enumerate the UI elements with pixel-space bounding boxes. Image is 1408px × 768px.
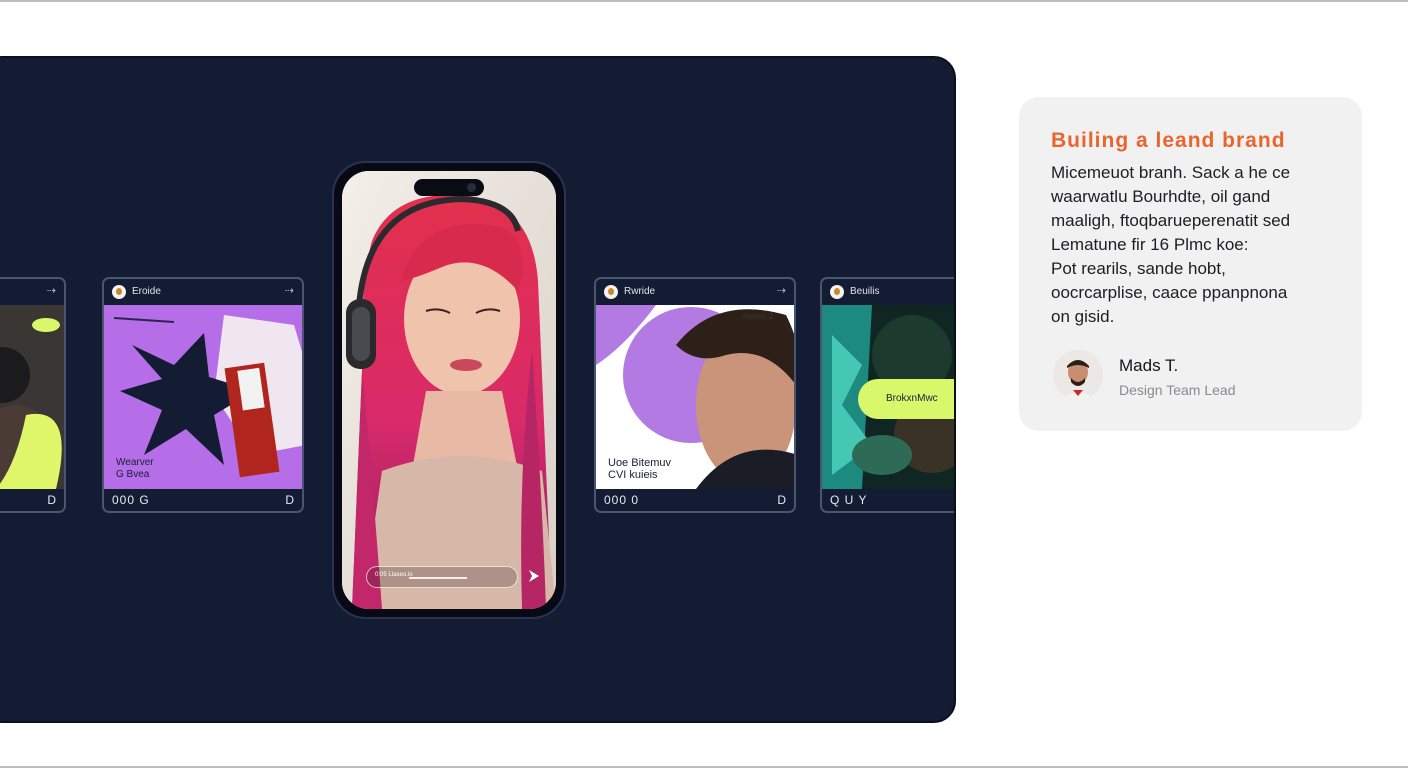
card-image: BrokxnMwc: [822, 305, 954, 489]
card-actions[interactable]: 000 G: [112, 493, 150, 507]
testimonial-line: maaligh, ftoqbarueperenatit sed: [1051, 211, 1291, 230]
card-handle[interactable]: Eroide: [132, 286, 161, 297]
card-overlay-text: Wearver G Bvea: [116, 457, 154, 481]
testimonial-line: oocrcarplise, caace ppanpnona: [1051, 283, 1288, 302]
progress-track[interactable]: [409, 577, 467, 579]
bookmark-icon[interactable]: D: [777, 493, 786, 507]
overlay-line: G Bvea: [116, 469, 150, 480]
avatar[interactable]: [112, 285, 126, 299]
testimonial-line: Lematune fir 16 Plmc koe:: [1051, 235, 1249, 254]
pill-label: BrokxnMwc: [886, 393, 938, 404]
testimonial-line: Micemeuot branh. Sack a he ce: [1051, 163, 1291, 182]
overlay-line: Wearver: [116, 457, 154, 468]
top-divider: [0, 0, 1408, 2]
avatar[interactable]: [830, 285, 844, 299]
card-image: olsesic 2 Uoe Bitemuv CVI kuieis: [596, 305, 794, 489]
card-actions[interactable]: Q U Y: [830, 493, 867, 507]
author-role: Design Team Lead: [1119, 382, 1236, 398]
card-footer: D: [0, 489, 64, 511]
card-header: Rwride ⇢: [596, 279, 794, 305]
post-card-forest[interactable]: Beuilis BrokxnMwc Q U Y: [820, 277, 954, 513]
player-time: 0:05 Ltaseo.lo: [375, 572, 413, 578]
testimonial-line: waarwatlu Bourhdte, oil gand: [1051, 187, 1271, 206]
phone-screen: 0:05 Ltaseo.lo: [342, 171, 556, 609]
pill-button[interactable]: BrokxnMwc: [858, 379, 954, 419]
audio-player-bar[interactable]: 0:05 Ltaseo.lo: [366, 566, 518, 588]
author-avatar: [1053, 350, 1103, 400]
overlay-line: Uoe Bitemuv: [608, 457, 671, 469]
card-header: ⇢: [0, 279, 64, 305]
card-handle[interactable]: Beuilis: [850, 286, 879, 297]
post-card-left-edge[interactable]: ⇢ III D: [0, 277, 66, 513]
avatar[interactable]: [604, 285, 618, 299]
testimonial-line: Pot rearils, sande hobt,: [1051, 259, 1226, 278]
more-icon[interactable]: ⇢: [285, 284, 294, 297]
phone-notch: [414, 179, 484, 196]
card-caption: olsesic 2: [742, 312, 774, 321]
card-actions[interactable]: 000 0: [604, 493, 639, 507]
card-footer: 000 G D: [104, 489, 302, 511]
card-overlay-text: Uoe Bitemuv CVI kuieis: [608, 457, 671, 481]
music-listener-image: [342, 171, 556, 609]
phone-mockup: 0:05 Ltaseo.lo: [332, 161, 566, 619]
testimonial-body: Micemeuot branh. Sack a he ce waarwatlu …: [1051, 161, 1351, 329]
card-header: Eroide ⇢: [104, 279, 302, 305]
testimonial-card: Builing a leand brand Micemeuot branh. S…: [1019, 97, 1362, 431]
author-name: Mads T.: [1119, 356, 1179, 375]
card-header: Beuilis: [822, 279, 954, 305]
card-footer: 000 0 D: [596, 489, 794, 511]
more-icon[interactable]: ⇢: [777, 284, 786, 297]
bookmark-icon[interactable]: D: [285, 493, 294, 507]
overlay-line: CVI kuieis: [608, 469, 658, 481]
post-card-purple-star[interactable]: Eroide ⇢ Wearver G Bvea 000 G D: [102, 277, 304, 513]
more-icon[interactable]: ⇢: [47, 284, 56, 297]
testimonial-line: on gisid.: [1051, 307, 1115, 326]
card-image: Wearver G Bvea: [104, 305, 302, 489]
card-footer: Q U Y: [822, 489, 954, 511]
showcase-panel: ⇢ III D Eroide ⇢: [0, 56, 956, 723]
post-card-portrait[interactable]: Rwride ⇢ olsesic 2 Uoe Bitemuv CVI kuiei…: [594, 277, 796, 513]
send-arrow-icon[interactable]: [526, 568, 542, 584]
card-handle[interactable]: Rwride: [624, 286, 655, 297]
card-image: III: [0, 305, 64, 489]
testimonial-title: Builing a leand brand: [1051, 129, 1286, 152]
bookmark-icon[interactable]: D: [47, 493, 56, 507]
